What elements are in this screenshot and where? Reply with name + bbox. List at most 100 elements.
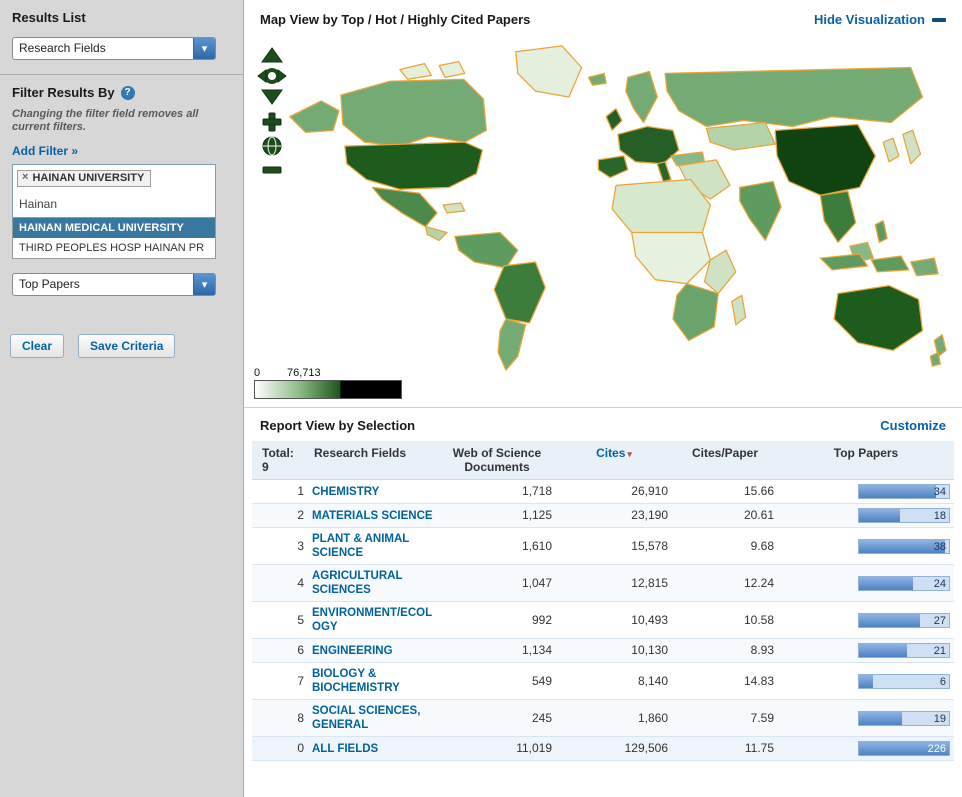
top-papers-bar: 24 bbox=[858, 576, 950, 591]
country-shape[interactable] bbox=[903, 130, 921, 163]
row-cites-per-paper: 8.93 bbox=[672, 639, 778, 663]
country-shape[interactable] bbox=[290, 101, 339, 132]
row-docs: 1,125 bbox=[438, 504, 556, 528]
field-link[interactable]: CHEMISTRY bbox=[312, 486, 379, 498]
country-shape[interactable] bbox=[871, 256, 908, 272]
results-list-title: Results List bbox=[12, 10, 231, 25]
country-shape[interactable] bbox=[665, 68, 922, 127]
field-link[interactable]: AGRICULTURAL SCIENCES bbox=[312, 570, 402, 596]
country-shape[interactable] bbox=[341, 79, 486, 146]
legend-gradient-bar bbox=[254, 380, 402, 399]
top-papers-bar: 19 bbox=[858, 711, 950, 726]
save-criteria-button[interactable]: Save Criteria bbox=[78, 334, 175, 358]
country-shape[interactable] bbox=[425, 227, 447, 241]
zoom-out-button[interactable] bbox=[263, 167, 281, 173]
country-shape[interactable] bbox=[516, 46, 582, 97]
help-icon[interactable]: ? bbox=[121, 86, 135, 100]
filter-combobox[interactable]: × HAINAN UNIVERSITY Hainan bbox=[12, 164, 216, 218]
field-link[interactable]: MATERIALS SCIENCE bbox=[312, 510, 433, 522]
filter-suggestion[interactable]: HAINAN MEDICAL UNIVERSITY bbox=[13, 218, 215, 238]
field-link[interactable]: PLANT & ANIMAL SCIENCE bbox=[312, 533, 409, 559]
country-shape[interactable] bbox=[606, 109, 622, 131]
report-view-title: Report View by Selection bbox=[260, 418, 415, 433]
country-shape[interactable] bbox=[598, 156, 627, 178]
filter-title: Filter Results By bbox=[12, 85, 115, 100]
country-shape[interactable] bbox=[930, 352, 940, 366]
country-shape[interactable] bbox=[775, 124, 875, 195]
field-link[interactable]: ALL FIELDS bbox=[312, 743, 378, 755]
row-rank: 0 bbox=[252, 737, 308, 761]
filter-input[interactable]: Hainan bbox=[17, 197, 211, 211]
table-row: 8 SOCIAL SCIENCES, GENERAL 245 1,860 7.5… bbox=[252, 700, 954, 737]
table-row: 2 MATERIALS SCIENCE 1,125 23,190 20.61 1… bbox=[252, 504, 954, 528]
country-shape[interactable] bbox=[820, 254, 867, 270]
chevron-down-icon[interactable]: ▾ bbox=[193, 38, 215, 59]
customize-link[interactable]: Customize bbox=[880, 418, 946, 433]
row-rank: 5 bbox=[252, 602, 308, 639]
top-papers-bar: 18 bbox=[858, 508, 950, 523]
country-shape[interactable] bbox=[673, 284, 718, 341]
country-shape[interactable] bbox=[498, 319, 526, 370]
col-cites[interactable]: Cites▾ bbox=[556, 441, 672, 480]
table-row: 5 ENVIRONMENT/ECOLOGY 992 10,493 10.58 2… bbox=[252, 602, 954, 639]
country-shape[interactable] bbox=[911, 258, 939, 276]
country-shape[interactable] bbox=[372, 187, 437, 226]
world-map[interactable] bbox=[282, 39, 950, 375]
country-shape[interactable] bbox=[820, 191, 855, 242]
results-list-select[interactable]: Research Fields ▾ bbox=[12, 37, 216, 60]
row-rank: 4 bbox=[252, 565, 308, 602]
country-shape[interactable] bbox=[706, 123, 775, 151]
country-shape[interactable] bbox=[443, 203, 465, 213]
remove-tag-icon[interactable]: × bbox=[22, 172, 28, 183]
top-papers-bar-fill bbox=[859, 675, 873, 688]
field-link[interactable]: BIOLOGY & BIOCHEMISTRY bbox=[312, 668, 400, 694]
country-shape[interactable] bbox=[626, 71, 657, 122]
field-link[interactable]: SOCIAL SCIENCES, GENERAL bbox=[312, 705, 420, 731]
report-header: Report View by Selection Customize bbox=[244, 407, 962, 441]
row-docs: 1,047 bbox=[438, 565, 556, 602]
country-shape[interactable] bbox=[875, 221, 887, 243]
total-value: 9 bbox=[262, 460, 304, 474]
country-shape[interactable] bbox=[439, 62, 465, 78]
country-shape[interactable] bbox=[834, 286, 922, 351]
metric-select[interactable]: Top Papers ▾ bbox=[12, 273, 216, 296]
clear-button[interactable]: Clear bbox=[10, 334, 64, 358]
country-shape[interactable] bbox=[345, 142, 483, 189]
pan-up-button[interactable] bbox=[262, 48, 282, 62]
country-shape[interactable] bbox=[740, 181, 781, 240]
globe-icon[interactable] bbox=[263, 137, 281, 155]
row-cites-per-paper: 12.24 bbox=[672, 565, 778, 602]
hide-visualization-link[interactable]: Hide Visualization bbox=[814, 12, 946, 27]
country-shape[interactable] bbox=[732, 295, 746, 324]
sidebar: Results List Research Fields ▾ Filter Re… bbox=[0, 0, 244, 797]
country-shape[interactable] bbox=[400, 64, 431, 80]
country-shape[interactable] bbox=[657, 162, 671, 182]
top-papers-bar-fill bbox=[859, 577, 913, 590]
sort-desc-icon: ▾ bbox=[627, 449, 632, 459]
chevron-down-icon[interactable]: ▾ bbox=[193, 274, 215, 295]
top-papers-value: 34 bbox=[934, 486, 946, 499]
zoom-in-button[interactable] bbox=[263, 113, 281, 131]
row-cites-per-paper: 9.68 bbox=[672, 528, 778, 565]
table-row: 6 ENGINEERING 1,134 10,130 8.93 21 bbox=[252, 639, 954, 663]
sidebar-buttons: Clear Save Criteria bbox=[0, 308, 243, 358]
country-shape[interactable] bbox=[612, 179, 710, 240]
row-docs: 1,610 bbox=[438, 528, 556, 565]
add-filter-link[interactable]: Add Filter » bbox=[12, 144, 78, 158]
country-shape[interactable] bbox=[455, 233, 518, 268]
country-shape[interactable] bbox=[632, 233, 711, 284]
pan-left-button[interactable] bbox=[258, 70, 266, 82]
esi-app: Results List Research Fields ▾ Filter Re… bbox=[0, 0, 962, 797]
filter-suggestion[interactable]: THIRD PEOPLES HOSP HAINAN PR bbox=[13, 238, 215, 258]
field-link[interactable]: ENGINEERING bbox=[312, 645, 393, 657]
field-link[interactable]: ENVIRONMENT/ECOLOGY bbox=[312, 607, 432, 633]
table-row: 7 BIOLOGY & BIOCHEMISTRY 549 8,140 14.83… bbox=[252, 663, 954, 700]
country-shape[interactable] bbox=[494, 262, 545, 323]
country-shape[interactable] bbox=[618, 126, 679, 163]
pan-center-button[interactable] bbox=[266, 70, 278, 82]
filter-section: Filter Results By ? Changing the filter … bbox=[0, 75, 243, 308]
pan-down-button[interactable] bbox=[262, 90, 282, 104]
country-shape[interactable] bbox=[588, 73, 606, 85]
country-shape[interactable] bbox=[883, 138, 899, 162]
col-cites-per-paper: Cites/Paper bbox=[672, 441, 778, 480]
